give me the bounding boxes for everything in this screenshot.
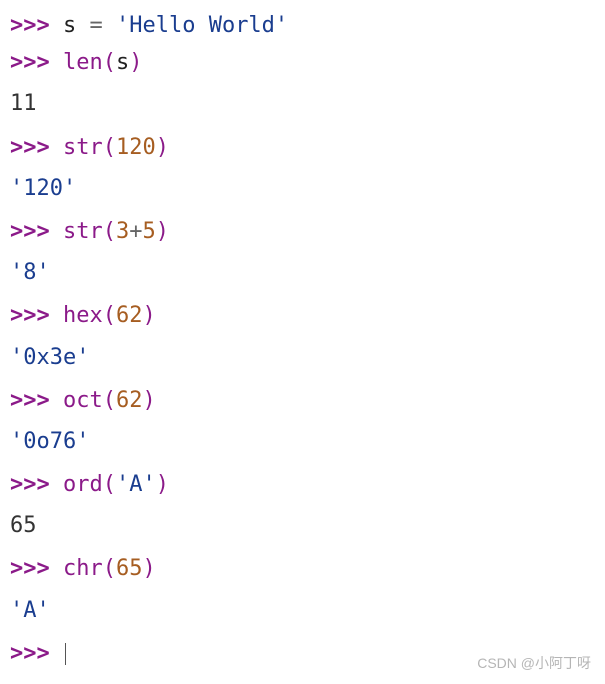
func-name: str [63, 219, 103, 244]
identifier: s [63, 13, 76, 38]
output-value: 'A' [10, 598, 50, 623]
output-value: '120' [10, 176, 76, 201]
prompt: >>> [10, 556, 63, 581]
code-line-2: >>> len(s) [10, 45, 595, 80]
lparen: ( [103, 219, 116, 244]
lparen: ( [103, 556, 116, 581]
rparen: ) [142, 303, 155, 328]
lparen: ( [103, 472, 116, 497]
prompt: >>> [10, 472, 63, 497]
rparen: ) [156, 472, 169, 497]
code-line-5: >>> hex(62) [10, 298, 595, 333]
code-line-3: >>> str(120) [10, 130, 595, 165]
number: 62 [116, 303, 143, 328]
rparen: ) [142, 556, 155, 581]
func-name: str [63, 135, 103, 160]
watermark: CSDN @小阿丁呀 [477, 652, 591, 674]
output-line-6: '0o76' [10, 424, 595, 459]
rparen: ) [142, 388, 155, 413]
number: 65 [116, 556, 143, 581]
prompt: >>> [10, 219, 63, 244]
lparen: ( [103, 303, 116, 328]
output-line-8: 'A' [10, 593, 595, 628]
output-line-3: '120' [10, 171, 595, 206]
number: 120 [116, 135, 156, 160]
output-line-5: '0x3e' [10, 340, 595, 375]
number: 62 [116, 388, 143, 413]
plus-op: + [129, 219, 142, 244]
prompt: >>> [10, 303, 63, 328]
string-literal: 'Hello World' [116, 13, 288, 38]
cursor-icon [65, 643, 66, 665]
output-line-7: 65 [10, 508, 595, 543]
prompt: >>> [10, 641, 63, 666]
arg: s [116, 50, 129, 75]
output-value: 65 [10, 513, 37, 538]
equals-op: = [76, 13, 116, 38]
func-name: chr [63, 556, 103, 581]
prompt: >>> [10, 13, 63, 38]
code-line-4: >>> str(3+5) [10, 214, 595, 249]
output-line-2: 11 [10, 86, 595, 121]
output-line-4: '8' [10, 255, 595, 290]
rparen: ) [156, 219, 169, 244]
code-line-6: >>> oct(62) [10, 383, 595, 418]
number: 5 [142, 219, 155, 244]
func-name: oct [63, 388, 103, 413]
lparen: ( [103, 50, 116, 75]
prompt: >>> [10, 50, 63, 75]
output-value: '8' [10, 260, 50, 285]
number: 3 [116, 219, 129, 244]
code-line-1: >>> s = 'Hello World' [10, 8, 595, 43]
code-line-7: >>> ord('A') [10, 467, 595, 502]
lparen: ( [103, 135, 116, 160]
rparen: ) [156, 135, 169, 160]
rparen: ) [129, 50, 142, 75]
func-name: ord [63, 472, 103, 497]
lparen: ( [103, 388, 116, 413]
output-value: '0x3e' [10, 345, 89, 370]
prompt: >>> [10, 135, 63, 160]
prompt: >>> [10, 388, 63, 413]
output-value: 11 [10, 91, 37, 116]
func-name: hex [63, 303, 103, 328]
code-line-8: >>> chr(65) [10, 551, 595, 586]
string-literal: 'A' [116, 472, 156, 497]
output-value: '0o76' [10, 429, 89, 454]
func-name: len [63, 50, 103, 75]
